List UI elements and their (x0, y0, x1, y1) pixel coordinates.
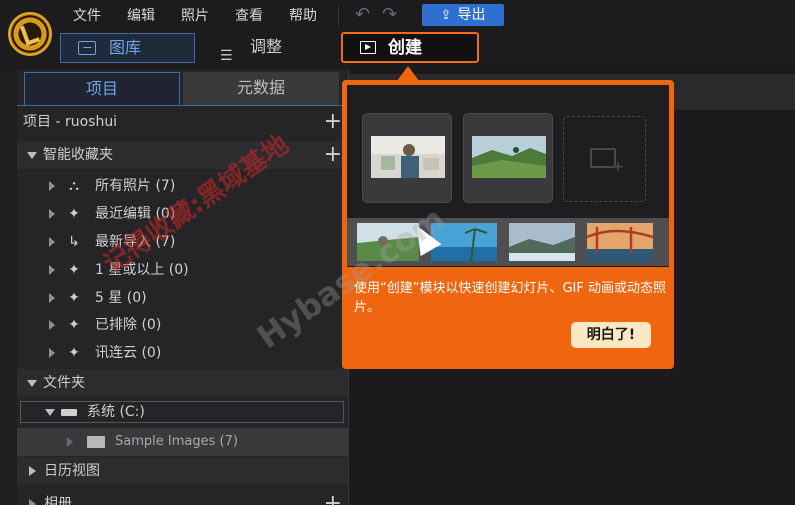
menu-help[interactable]: 帮助 (276, 4, 330, 28)
smart-item-label: 所有照片 (7) (95, 178, 176, 194)
add-photo-icon (590, 148, 624, 175)
callout-message: 使用“创建”模块以快速创建幻灯片、GIF 动画或动态照片。 (354, 281, 666, 315)
magic-wand-icon: ✦ (68, 345, 80, 361)
expand-arrow-icon[interactable] (49, 320, 55, 330)
export-label: 导出 (457, 7, 486, 23)
expand-arrow-icon[interactable] (67, 437, 73, 447)
redo-icon[interactable]: ↷ (382, 6, 397, 26)
mode-adjust-label: 调整 (250, 37, 283, 56)
filmstrip-image-4 (587, 223, 653, 261)
magic-wand-icon: ✦ (68, 206, 80, 222)
chevron-down-icon (27, 151, 37, 159)
import-arrow-icon: ↳ (68, 234, 80, 250)
smart-item-one-star[interactable]: ✦ 1 星或以上 (0) (17, 256, 348, 284)
add-smart-collection-icon[interactable]: + (324, 141, 342, 169)
expand-arrow-icon[interactable] (49, 293, 55, 303)
expand-arrow-icon[interactable] (49, 237, 55, 247)
folders-title: 文件夹 (43, 375, 85, 391)
preview-thumb-2 (463, 113, 553, 203)
smart-item-label: 已排除 (0) (95, 317, 162, 333)
chevron-right-icon (29, 499, 36, 505)
tab-project[interactable]: 项目 (24, 72, 180, 106)
sliders-icon: ☰ (220, 48, 233, 64)
smart-item-label: 5 星 (0) (95, 290, 147, 306)
filmstrip-image-3 (509, 223, 575, 261)
mode-create-label: 创建 (388, 38, 422, 58)
chevron-down-icon (27, 379, 37, 387)
magic-wand-icon: ✦ (68, 262, 80, 278)
smart-collections-title: 智能收藏夹 (43, 147, 113, 163)
mode-library-label: 图库 (109, 38, 142, 57)
mode-adjust[interactable]: ☰ 调整 (218, 33, 318, 64)
project-header-label: 项目 - ruoshui (23, 114, 118, 130)
calendar-header[interactable]: 日历视图 (17, 457, 348, 485)
expand-arrow-icon[interactable] (49, 181, 55, 191)
gallery-icon (78, 41, 96, 55)
folder-sample-label: Sample Images (7) (115, 434, 238, 449)
logo-mark-icon (20, 22, 40, 46)
add-project-icon[interactable]: + (324, 108, 342, 136)
folder-sample-images[interactable]: Sample Images (7) (17, 428, 348, 456)
mode-create[interactable]: 创建 (341, 32, 479, 63)
folders-header[interactable]: 文件夹 (17, 369, 348, 397)
albums-header[interactable]: 相册 + (17, 490, 348, 505)
menu-file[interactable]: 文件 (60, 4, 114, 28)
left-scroll-strip[interactable] (0, 70, 17, 505)
callout-pointer (397, 66, 419, 81)
albums-title: 相册 (44, 496, 72, 505)
preview-thumb-1 (362, 113, 452, 203)
add-photo-slot (563, 116, 646, 202)
drive-icon (61, 408, 77, 416)
export-button[interactable]: ⇪ 导出 (422, 4, 504, 26)
folder-icon (87, 436, 105, 448)
expand-arrow-icon[interactable] (49, 209, 55, 219)
smart-collections-header[interactable]: 智能收藏夹 + (17, 141, 348, 169)
menu-view[interactable]: 查看 (222, 4, 276, 28)
play-slideshow-icon (360, 41, 376, 54)
mode-library[interactable]: 图库 (60, 33, 195, 63)
magic-wand-icon: ✦ (68, 317, 80, 333)
smart-item-label: 讯连云 (0) (95, 345, 162, 361)
menu-bar: 文件 编辑 照片 查看 帮助 (60, 4, 330, 28)
preview-image-1 (371, 136, 445, 178)
undo-icon[interactable]: ↶ (355, 6, 370, 26)
menu-edit[interactable]: 编辑 (114, 4, 168, 28)
project-header: 项目 - ruoshui + (17, 108, 348, 136)
preview-image-2 (472, 136, 546, 178)
menu-photo[interactable]: 照片 (168, 4, 222, 28)
hierarchy-icon: ⛬ (69, 178, 79, 194)
expand-arrow-icon[interactable] (49, 265, 55, 275)
panel-tabs: 项目 元数据 (24, 72, 339, 106)
chevron-down-icon (45, 408, 55, 416)
undo-redo-group: ↶ ↷ (338, 6, 397, 26)
add-album-icon[interactable]: + (324, 490, 342, 505)
app-logo (8, 12, 52, 56)
tab-underline (17, 105, 348, 106)
expand-arrow-icon[interactable] (49, 348, 55, 358)
chevron-right-icon (29, 466, 36, 476)
smart-item-cloud[interactable]: ✦ 讯连云 (0) (17, 339, 348, 367)
magic-wand-icon: ✦ (68, 290, 80, 306)
drive-label: 系统 (C:) (87, 404, 145, 420)
got-it-button[interactable]: 明白了! (571, 322, 651, 348)
folder-drive-c[interactable]: 系统 (C:) (20, 401, 344, 423)
calendar-title: 日历视图 (44, 463, 100, 479)
tab-metadata[interactable]: 元数据 (183, 72, 339, 106)
upload-icon: ⇪ (440, 8, 452, 23)
